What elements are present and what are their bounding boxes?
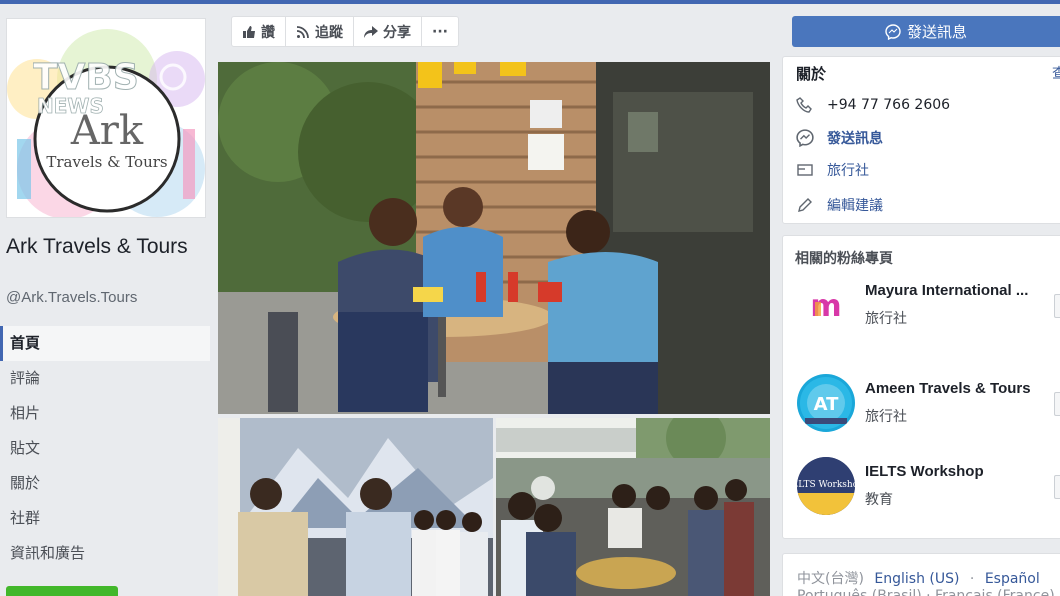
related-pages-title: 相關的粉絲專頁 [795,251,893,267]
messenger-icon [795,128,815,148]
about-phone: +94 77 766 2606 [827,97,951,113]
like-label: 讚 [261,24,275,41]
language-row-second[interactable]: Português (Brasil) · Français (France) [797,588,1055,596]
create-page-button[interactable] [6,586,118,596]
more-button[interactable]: ··· [422,17,458,46]
page-handle[interactable]: @Ark.Travels.Tours [6,289,137,306]
category-tag-icon [795,160,815,180]
ielts-logo-text: IELTS Workshop [797,480,855,490]
follow-button[interactable]: 追蹤 [286,17,354,46]
related-page-like-button[interactable] [1054,294,1060,318]
profile-logo-image: Ark Travels & Tours [7,19,205,217]
share-button[interactable]: 分享 [354,17,422,46]
language-card: 中文(台灣) English (US) · Español Português … [782,553,1060,596]
thumbs-up-icon [243,25,255,38]
related-page-like-button[interactable] [1054,475,1060,499]
photo-thumbnail-meeting[interactable] [218,418,493,596]
page-action-bar: 讚 追蹤 分享 ··· [231,16,459,47]
phone-icon [795,95,815,115]
page-name[interactable]: Ark Travels & Tours [6,232,206,261]
related-page-name[interactable]: IELTS Workshop [865,463,1060,480]
language-current: 中文(台灣) [797,571,864,587]
related-page-item[interactable]: m Mayura International ... 旅行社 [795,276,1060,336]
nav-item-info-ads[interactable]: 資訊和廣告 [0,536,210,571]
svg-text:NEWS: NEWS [37,94,104,117]
related-page-category: 教育 [865,492,893,508]
about-category-link[interactable]: 旅行社 [827,160,869,180]
about-card: 關於 查 +94 77 766 2606 發送訊息 旅行社 編輯建議 [782,56,1060,224]
share-label: 分享 [383,24,411,41]
like-button[interactable]: 讚 [232,17,286,46]
about-title: 關於 [796,65,827,83]
related-page-logo[interactable]: m [797,276,855,334]
related-page-name[interactable]: Mayura International ... [865,282,1060,299]
language-option-english[interactable]: English (US) [874,571,959,587]
about-suggest-row[interactable]: 編輯建議 [795,195,883,215]
nav-item-posts[interactable]: 貼文 [0,431,210,466]
about-phone-row: +94 77 766 2606 [795,95,950,115]
logo-subtext: Travels & Tours [46,153,167,171]
related-page-item[interactable]: AT Ameen Travels & Tours 旅行社 [795,374,1060,434]
ameen-logo-letters: AT [814,394,840,415]
related-page-category: 旅行社 [865,311,907,327]
related-page-category: 旅行社 [865,409,907,425]
related-page-logo[interactable]: AT [797,374,855,432]
share-arrow-icon [364,25,378,38]
nav-item-about[interactable]: 關於 [0,466,210,501]
nav-item-photos[interactable]: 相片 [0,396,210,431]
photo-thumbnail-group[interactable] [496,418,770,596]
messenger-icon [885,23,901,40]
nav-item-reviews[interactable]: 評論 [0,361,210,396]
more-icon: ··· [432,23,448,40]
tvbs-news-watermark: TVBS NEWS [33,57,187,117]
send-message-label: 發送訊息 [906,23,967,41]
follow-label: 追蹤 [315,24,343,41]
rss-follow-icon [296,25,309,38]
language-separator: · [969,571,975,587]
meeting-photo-image [218,418,493,596]
related-page-logo[interactable]: IELTS Workshop [797,457,855,515]
group-photo-image [496,418,770,596]
nav-item-home[interactable]: 首頁 [0,326,210,361]
about-message-link[interactable]: 發送訊息 [827,128,883,148]
language-option-spanish[interactable]: Español [985,571,1040,587]
related-pages-card: 相關的粉絲專頁 m Mayura International ... 旅行社 A… [782,235,1060,539]
about-see-all-link[interactable]: 查 [1052,63,1060,83]
language-row: 中文(台灣) English (US) · Español [797,568,1046,588]
about-category-row: 旅行社 [795,160,869,180]
send-message-button[interactable]: 發送訊息 [792,16,1060,47]
about-suggest-edits-link[interactable]: 編輯建議 [827,195,883,215]
page-nav: 首頁 評論 相片 貼文 關於 社群 資訊和廣告 [0,326,210,571]
related-page-name[interactable]: Ameen Travels & Tours [865,380,1060,397]
svg-text:TVBS: TVBS [33,57,139,98]
related-page-like-button[interactable] [1054,392,1060,416]
nav-item-community[interactable]: 社群 [0,501,210,536]
featured-photo[interactable] [218,62,770,414]
pencil-icon [795,195,815,215]
about-message-row[interactable]: 發送訊息 [795,128,883,148]
related-page-item[interactable]: IELTS Workshop IELTS Workshop 教育 [795,457,1060,517]
left-column: Ark Travels & Tours TVBS NEWS Ark Travel… [0,4,218,596]
profile-picture[interactable]: Ark Travels & Tours TVBS NEWS [6,18,206,218]
featured-photo-image [218,62,770,414]
